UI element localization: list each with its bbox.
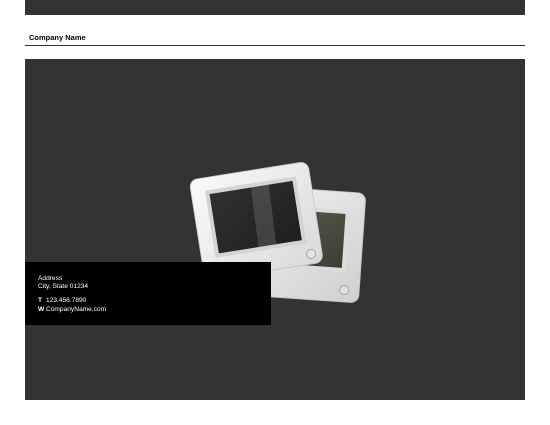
phone-number: 123.456.7890: [46, 297, 87, 305]
address-line: Address: [38, 275, 63, 282]
main-panel: [25, 59, 525, 400]
web-key: W: [38, 305, 45, 313]
web-line: W CompanyName.com: [38, 306, 106, 314]
city-state-line: City, State 01234: [38, 283, 89, 291]
header-rule: [25, 45, 525, 46]
contact-details: Address City, State 01234 T 123.456.7890 …: [38, 275, 106, 314]
web-address: CompanyName.com: [46, 305, 107, 313]
phone-key: T: [38, 297, 43, 305]
brochure-page: Company Name Address City, State 01234 T…: [0, 0, 550, 425]
company-name: Company Name: [29, 33, 86, 42]
phone-line: T 123.456.7890: [38, 297, 106, 305]
top-band: [25, 0, 525, 15]
